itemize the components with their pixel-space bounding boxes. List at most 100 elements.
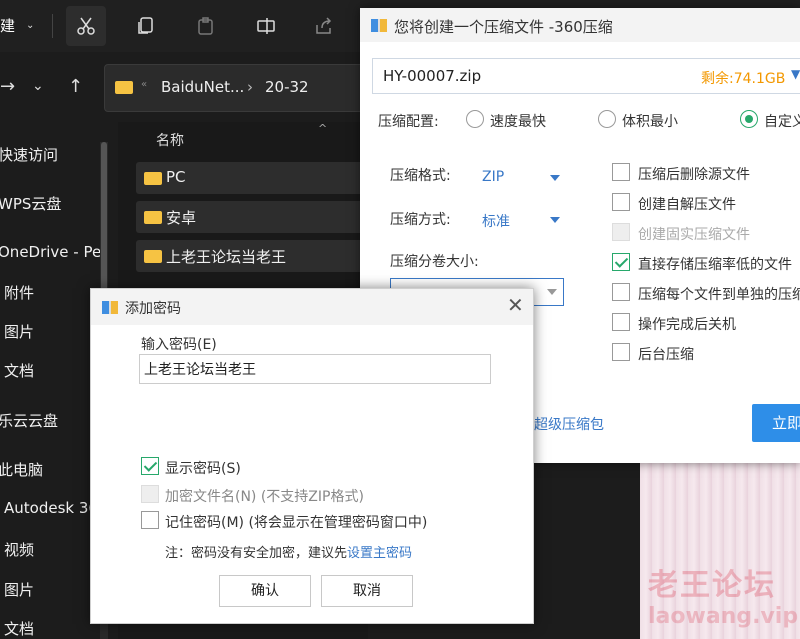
nav-item-pictures[interactable]: 图片 [4, 321, 34, 342]
background-compress-checkbox[interactable] [612, 343, 630, 361]
remember-password-label[interactable]: 记住密码(M) (将会显示在管理密码窗口中) [165, 512, 427, 532]
nav-item-videos[interactable]: 视频 [4, 539, 34, 560]
address-bar[interactable]: « BaiduNet... › 20-32 [104, 64, 364, 112]
volume-size-label: 压缩分卷大小: [390, 254, 479, 270]
radio-fastest[interactable] [466, 110, 484, 128]
rename-icon [257, 18, 275, 34]
format-dropdown-icon[interactable] [550, 175, 560, 181]
archive-app-icon [102, 301, 118, 314]
free-space-label: 剩余:74.1GB [701, 71, 786, 87]
shutdown-label[interactable]: 操作完成后关机 [638, 314, 736, 334]
password-input[interactable] [139, 354, 491, 384]
method-label: 压缩方式: [390, 212, 451, 228]
file-name: PC [166, 168, 186, 186]
nav-item-attachments[interactable]: 附件 [4, 282, 34, 303]
encrypt-filenames-label: 加密文件名(N) (不支持ZIP格式) [165, 489, 364, 505]
self-extract-checkbox[interactable] [612, 193, 630, 211]
store-low-ratio-checkbox[interactable] [612, 253, 630, 271]
folder-icon [144, 172, 162, 185]
format-select-value[interactable]: ZIP [482, 169, 504, 185]
remember-password-checkbox[interactable] [141, 511, 159, 529]
watermark-url: laowang.vip [648, 604, 799, 629]
password-input-label: 输入密码(E) [141, 337, 217, 353]
method-dropdown-icon[interactable] [550, 217, 560, 223]
paste-icon [198, 17, 213, 35]
password-dialog-titlebar[interactable]: 添加密码 ✕ [91, 289, 533, 325]
toolbar-divider [52, 14, 53, 38]
file-row[interactable]: 安卓 [136, 201, 366, 233]
delete-source-checkbox[interactable] [612, 163, 630, 181]
show-password-label[interactable]: 显示密码(S) [165, 458, 241, 478]
nav-item-autodesk[interactable]: Autodesk 36 [4, 499, 98, 517]
nav-item-documents[interactable]: 文档 [4, 360, 34, 381]
share-icon [316, 17, 332, 34]
method-select-value[interactable]: 标准 [482, 211, 510, 231]
cut-icon [77, 17, 95, 35]
new-dropdown-caret: ⌄ [26, 20, 35, 31]
file-row[interactable]: 上老王论坛当老王 [136, 240, 366, 272]
separate-archives-checkbox[interactable] [612, 283, 630, 301]
copy-button[interactable] [126, 6, 166, 46]
history-chevron-icon[interactable]: ⌄ [32, 78, 44, 94]
start-compress-button[interactable]: 立即 [752, 404, 800, 442]
radio-fastest-label[interactable]: 速度最快 [490, 111, 546, 131]
nav-item-documents-2[interactable]: 文档 [4, 618, 34, 639]
folder-icon [144, 250, 162, 263]
file-row[interactable]: PC [136, 162, 366, 194]
new-button-label: 建 [0, 17, 16, 35]
file-name: 上老王论坛当老王 [166, 248, 287, 266]
volume-dropdown-icon[interactable] [547, 289, 557, 295]
radio-custom-label[interactable]: 自定义 [764, 111, 800, 131]
share-button[interactable] [304, 6, 344, 46]
confirm-button[interactable]: 确认 [219, 575, 311, 607]
nav-item-wps-cloud[interactable]: WPS云盘 [0, 193, 61, 214]
nav-item-quick-access[interactable]: 快速访问 [0, 144, 58, 165]
up-arrow-icon[interactable]: ↑ [68, 76, 83, 97]
close-icon[interactable]: ✕ [507, 293, 524, 317]
security-note: 注：密码没有安全加密，建议先设置主密码 [165, 542, 412, 561]
radio-custom[interactable] [740, 110, 758, 128]
compress-dialog-title: 您将创建一个压缩文件 -360压缩 [394, 18, 613, 36]
paste-button[interactable] [186, 6, 226, 46]
path-dropdown-icon[interactable]: ▼ [791, 67, 800, 81]
radio-smallest-label[interactable]: 体积最小 [622, 111, 678, 131]
archive-app-icon [371, 19, 387, 32]
path-overflow-icon[interactable]: « [141, 79, 147, 90]
cut-button[interactable] [66, 6, 106, 46]
password-dialog-title: 添加密码 [125, 301, 181, 317]
super-archive-link[interactable]: 超级压缩包 [534, 414, 604, 434]
set-master-password-link[interactable]: 设置主密码 [347, 546, 412, 561]
store-low-ratio-label[interactable]: 直接存储压缩率低的文件 [638, 254, 792, 274]
watermark-text: 老王论坛 [648, 568, 776, 603]
nav-item-pictures-2[interactable]: 图片 [4, 579, 34, 600]
forward-arrow-icon[interactable]: → [0, 76, 15, 97]
breadcrumb-segment-current[interactable]: 20-32 [265, 78, 309, 96]
file-name: 安卓 [166, 209, 197, 227]
format-label: 压缩格式: [390, 168, 451, 184]
solid-archive-checkbox [612, 223, 630, 241]
copy-icon [138, 17, 153, 34]
rename-button[interactable] [246, 6, 286, 46]
shutdown-checkbox[interactable] [612, 313, 630, 331]
solid-archive-label: 创建固实压缩文件 [638, 227, 750, 243]
compress-dialog-titlebar[interactable]: 您将创建一个压缩文件 -360压缩 [360, 8, 800, 42]
archive-filename-field[interactable]: HY-00007.zip 剩余:74.1GB ▼ [372, 58, 800, 94]
folder-icon [144, 211, 162, 224]
self-extract-label[interactable]: 创建自解压文件 [638, 194, 736, 214]
cancel-button[interactable]: 取消 [321, 575, 413, 607]
delete-source-label[interactable]: 压缩后删除源文件 [638, 164, 750, 184]
separate-archives-label[interactable]: 压缩每个文件到单独的压缩 [638, 284, 800, 304]
breadcrumb-segment[interactable]: BaiduNet... [161, 78, 244, 96]
nav-item-this-pc[interactable]: 此电脑 [0, 459, 43, 480]
security-note-text: 注：密码没有安全加密，建议先 [165, 546, 348, 561]
breadcrumb-chevron-icon[interactable]: › [247, 78, 253, 96]
config-label: 压缩配置: [378, 114, 439, 130]
show-password-checkbox[interactable] [141, 457, 159, 475]
nav-item-cloud-drive[interactable]: 乐云云盘 [0, 410, 58, 431]
new-button[interactable]: 建 ⌄ [0, 12, 52, 40]
column-header-name[interactable]: 名称 [156, 130, 184, 150]
nav-item-onedrive[interactable]: OneDrive - Per [0, 243, 107, 261]
background-compress-label[interactable]: 后台压缩 [638, 344, 694, 364]
radio-smallest[interactable] [598, 110, 616, 128]
add-password-dialog: 添加密码 ✕ 输入密码(E) 显示密码(S) 加密文件名(N) (不支持ZIP格… [90, 288, 534, 624]
